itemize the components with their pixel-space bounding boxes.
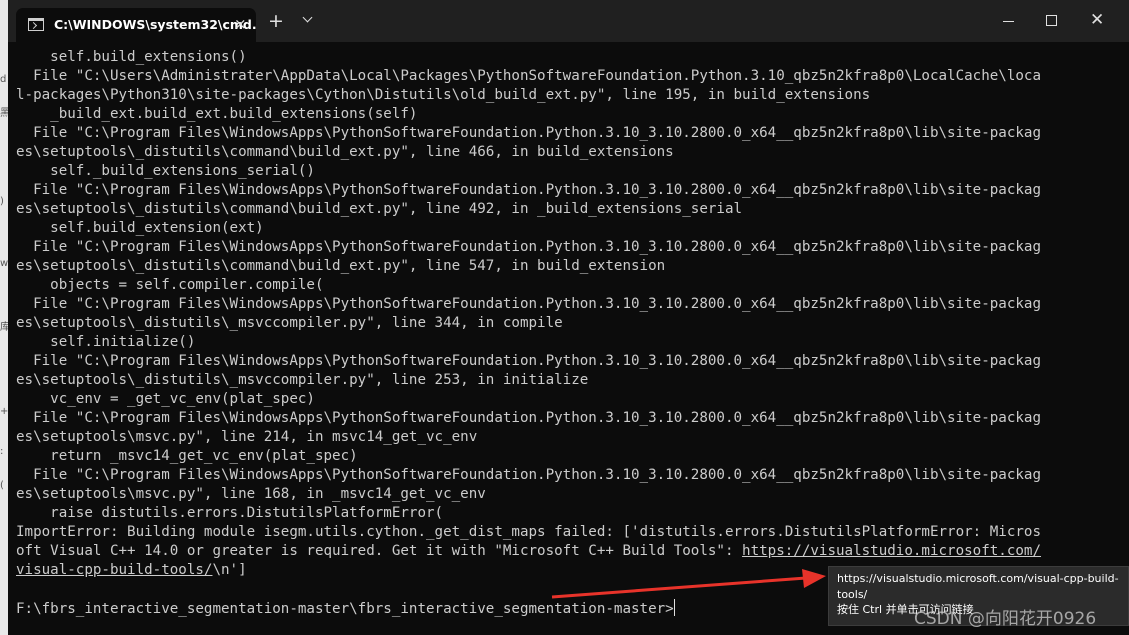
background-fragment: : [0, 446, 4, 457]
console-lines: self.build_extensions() File "C:\Users\A… [16, 48, 1116, 542]
tab-close-icon[interactable]: × [234, 15, 247, 33]
console-line: es\setuptools\_distutils\command\build_e… [16, 144, 674, 160]
background-fragment: w [0, 258, 9, 269]
console-icon [28, 18, 44, 31]
console-line: objects = self.compiler.compile( [16, 277, 324, 293]
console-line: self.build_extension(ext) [16, 220, 264, 236]
console-line: File "C:\Program Files\WindowsApps\Pytho… [16, 182, 1041, 198]
tooltip-url: https://visualstudio.microsoft.com/visua… [837, 572, 1119, 585]
console-line: return _msvc14_get_vc_env(plat_spec) [16, 448, 358, 464]
chevron-down-icon[interactable] [300, 13, 316, 29]
terminal-window: C:\WINDOWS\system32\cmd. × + ✕ self.buil… [8, 0, 1129, 635]
console-line: es\setuptools\_distutils\_msvccompiler.p… [16, 315, 563, 331]
background-window-strip: d 黑 ) w 库 + : ( [0, 0, 10, 635]
console-line: File "C:\Program Files\WindowsApps\Pytho… [16, 296, 1041, 312]
console-line: es\setuptools\_distutils\command\build_e… [16, 201, 743, 217]
background-fragment: d [0, 74, 7, 85]
console-output[interactable]: self.build_extensions() File "C:\Users\A… [16, 48, 1116, 633]
watermark: CSDN @向阳花开0926 [914, 609, 1097, 629]
console-line: es\setuptools\msvc.py", line 168, in _ms… [16, 486, 486, 502]
console-line: self.build_extensions() [16, 49, 247, 65]
console-line: File "C:\Program Files\WindowsApps\Pytho… [16, 353, 1041, 369]
console-line: File "C:\Program Files\WindowsApps\Pytho… [16, 467, 1041, 483]
build-tools-link-cont[interactable]: visual-cpp-build-tools/ [16, 562, 212, 578]
console-line: File "C:\Program Files\WindowsApps\Pytho… [16, 239, 1041, 255]
console-line: self.initialize() [16, 334, 196, 350]
background-fragment: ) [0, 196, 4, 207]
console-line: ImportError: Building module isegm.utils… [16, 524, 1041, 540]
prompt-text: F:\fbrs_interactive_segmentation-master\… [16, 601, 674, 617]
maximize-icon[interactable] [1046, 15, 1057, 26]
new-tab-icon[interactable]: + [268, 12, 284, 31]
console-line: self._build_extensions_serial() [16, 163, 315, 179]
console-line: File "C:\Program Files\WindowsApps\Pytho… [16, 125, 1041, 141]
close-icon[interactable]: ✕ [1090, 10, 1104, 30]
console-line: _build_ext.build_ext.build_extensions(se… [16, 106, 418, 122]
minimize-icon[interactable] [1003, 21, 1014, 22]
console-line: oft Visual C++ 14.0 or greater is requir… [16, 542, 1116, 561]
console-line: raise distutils.errors.DistutilsPlatform… [16, 505, 444, 521]
console-line: File "C:\Users\Administrater\AppData\Loc… [16, 68, 1041, 84]
error-text: oft Visual C++ 14.0 or greater is requir… [16, 543, 743, 559]
console-line: File "C:\Program Files\WindowsApps\Pytho… [16, 410, 1041, 426]
console-line: es\setuptools\_distutils\command\build_e… [16, 258, 666, 274]
console-line: vc_env = _get_vc_env(plat_spec) [16, 391, 315, 407]
title-bar[interactable]: C:\WINDOWS\system32\cmd. × + ✕ [8, 0, 1129, 42]
tooltip-url-cont: tools/ [837, 587, 868, 601]
console-line: es\setuptools\_distutils\_msvccompiler.p… [16, 372, 589, 388]
error-text: \n'] [212, 562, 247, 578]
tab-cmd[interactable]: C:\WINDOWS\system32\cmd. × [16, 8, 257, 42]
console-line: l-packages\Python310\site-packages\Cytho… [16, 87, 871, 103]
text-cursor [673, 599, 675, 616]
background-fragment: ( [0, 480, 4, 491]
tab-title: C:\WINDOWS\system32\cmd. [54, 17, 257, 32]
console-line: es\setuptools\msvc.py", line 214, in msv… [16, 429, 478, 445]
build-tools-link[interactable]: https://visualstudio.microsoft.com/ [742, 543, 1041, 559]
